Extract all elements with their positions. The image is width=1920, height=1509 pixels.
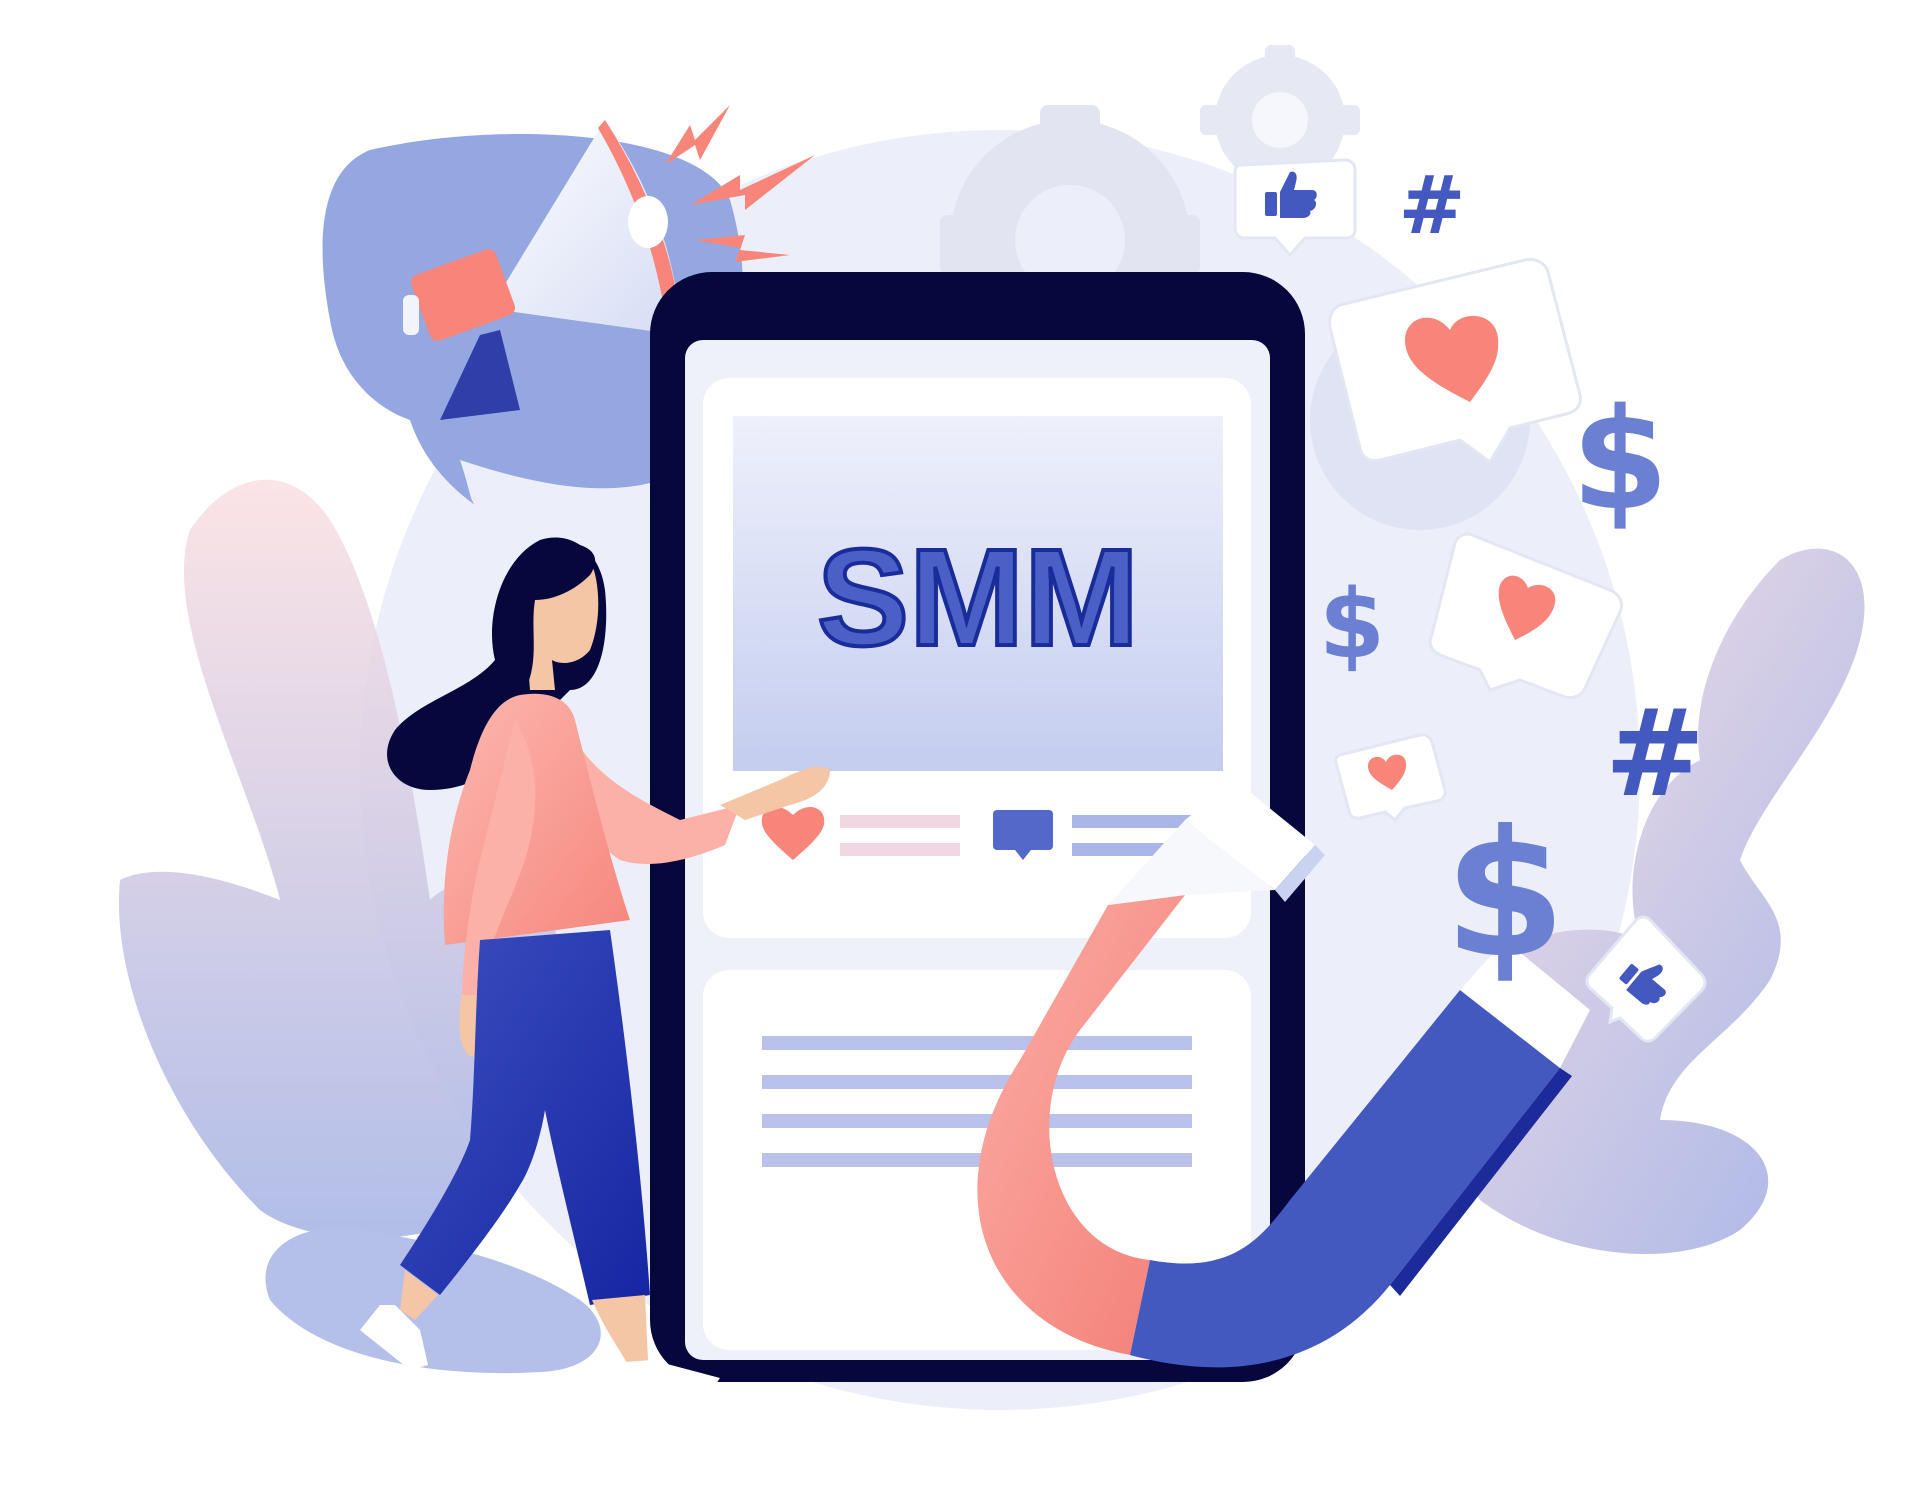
hashtag-icon: # [1398, 159, 1465, 252]
post-text-line [840, 843, 960, 856]
phone-title: SMM [817, 521, 1139, 675]
post-text-line [762, 1114, 1192, 1128]
post-text-line [1072, 815, 1194, 828]
post-text-line [762, 1153, 1192, 1167]
post-text-line [840, 815, 960, 828]
dollar-icon: $ [1444, 794, 1566, 997]
dollar-icon: $ [1571, 379, 1668, 542]
dollar-icon: $ [1319, 570, 1385, 680]
post-text-line [762, 1075, 1192, 1089]
gear-hole [1252, 92, 1308, 148]
smm-illustration: SMM # # $ $ $ [118, 45, 1865, 1410]
post-text-line [762, 1036, 1192, 1050]
hashtag-icon: # [1605, 685, 1706, 824]
